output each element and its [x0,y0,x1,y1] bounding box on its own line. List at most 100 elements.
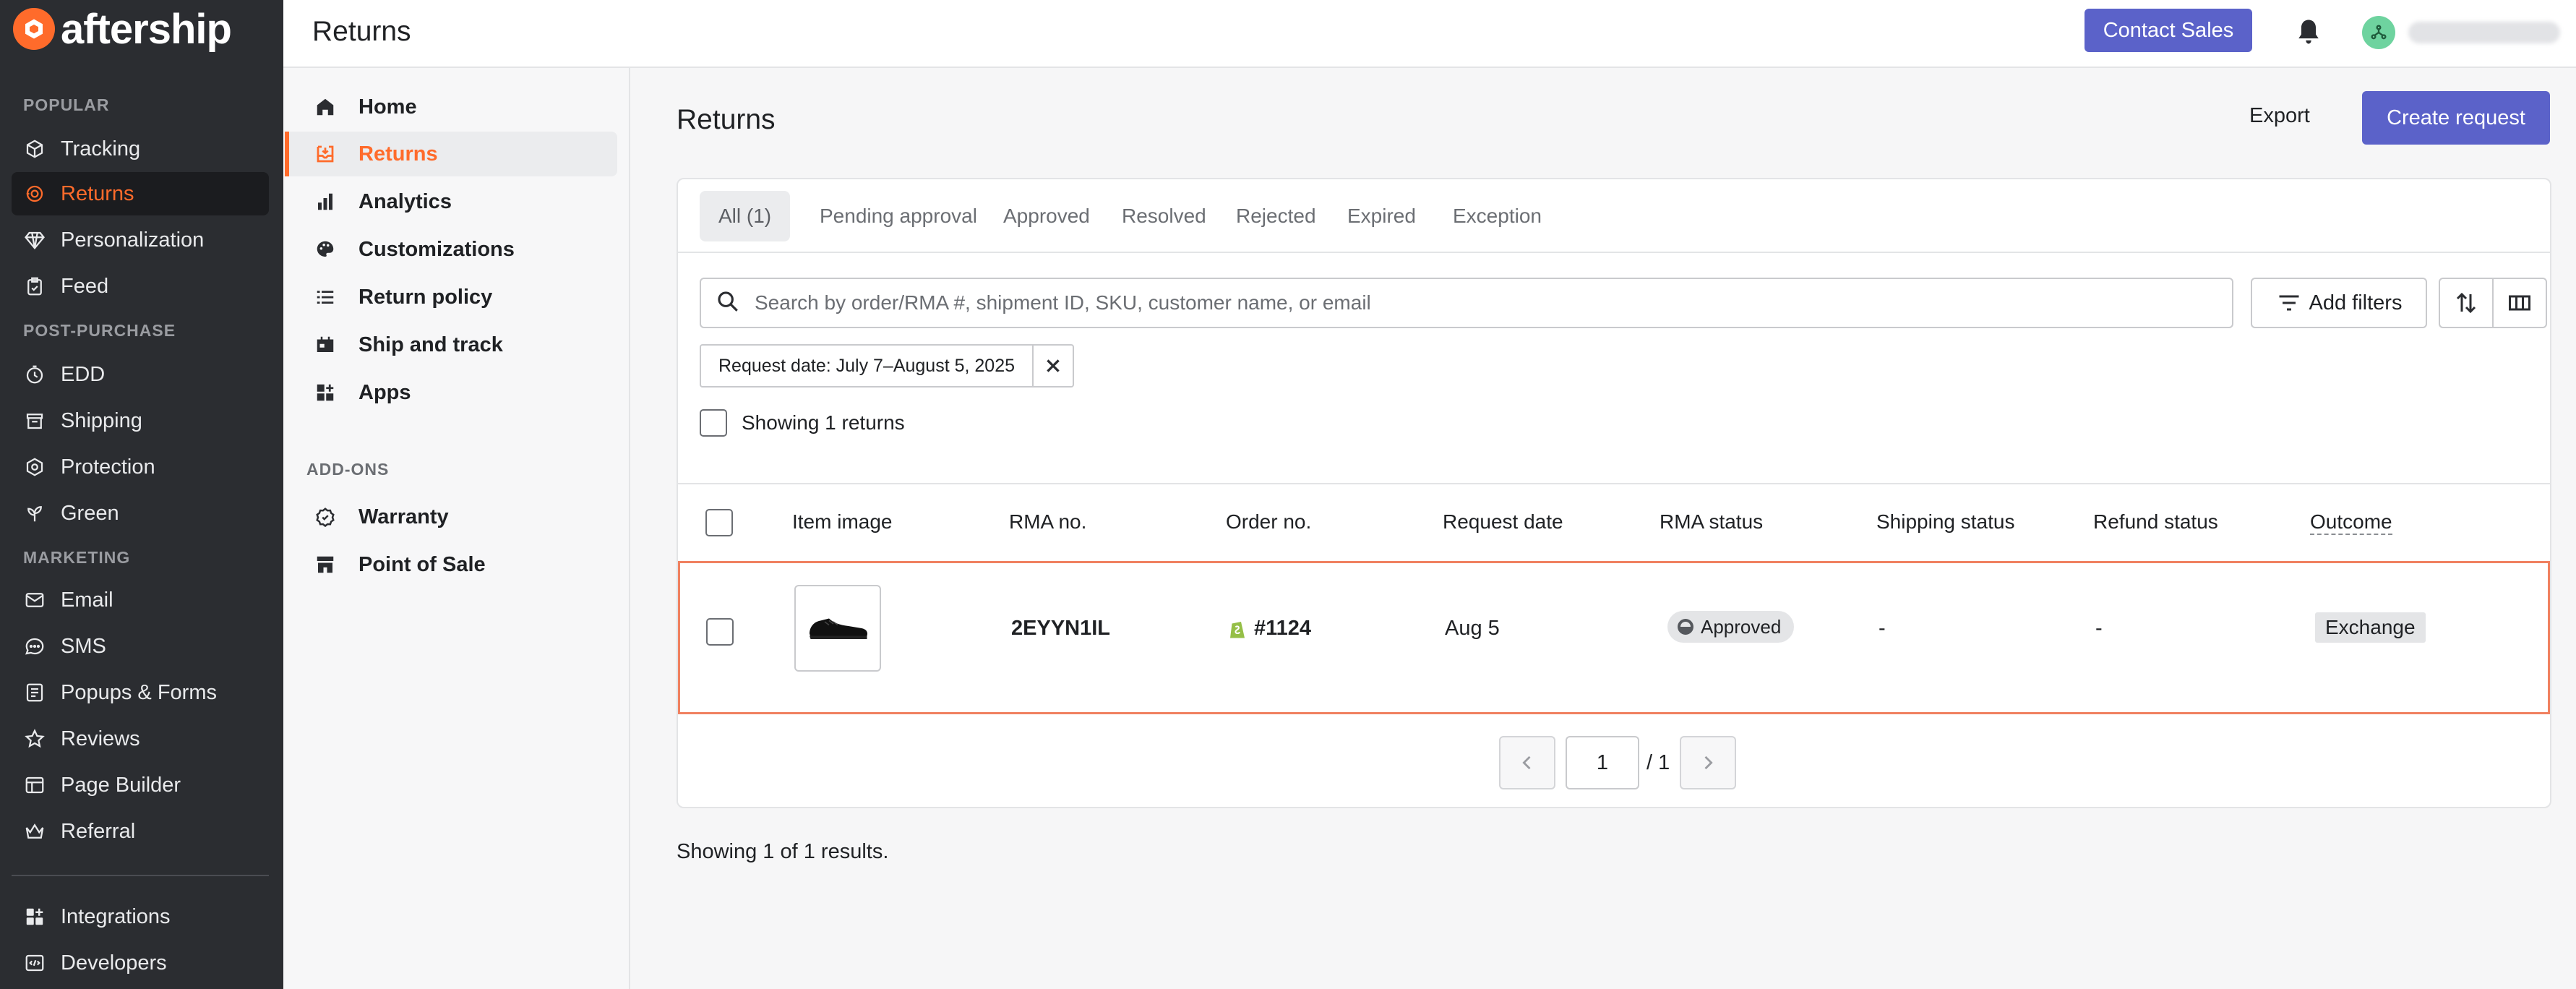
tab-resolved[interactable]: Resolved [1103,191,1225,241]
shield-icon [23,455,46,479]
sidebar-item-label: Email [61,588,113,612]
subnav-item-apps[interactable]: Apps [285,370,617,415]
calendar-icon [314,333,337,356]
column-rma-no: RMA no. [1009,510,1087,533]
crown-icon [23,820,46,843]
sidebar-item-label: Tracking [61,137,141,160]
mail-icon [23,588,46,612]
contact-sales-button[interactable]: Contact Sales [2085,9,2252,52]
search-input[interactable] [755,291,2128,314]
subnav-item-analytics[interactable]: Analytics [285,179,617,224]
sidebar-item-label: SMS [61,634,106,658]
returns-inbox-icon [314,142,337,166]
sidebar-item-email[interactable]: Email [12,578,269,622]
sprout-icon [23,502,46,525]
sidebar-item-returns[interactable]: Returns [12,172,269,215]
tab-all[interactable]: All (1) [700,191,791,241]
tab-exception[interactable]: Exception [1434,191,1560,241]
sort-button[interactable] [2439,278,2494,328]
returns-subnav: Home Returns Analytics Customizations Re… [283,68,630,989]
filter-icon [2279,295,2299,311]
page-total: / 1 [1647,750,1670,774]
sidebar-item-feed[interactable]: Feed [12,265,269,308]
subnav-item-home[interactable]: Home [285,85,617,129]
sidebar-item-label: Page Builder [61,773,181,797]
status-tabs: All (1) Pending approval Approved Resolv… [678,179,2550,253]
column-outcome[interactable]: Outcome [2310,510,2392,535]
sidebar-item-reviews[interactable]: Reviews [12,717,269,761]
sidebar-item-label: Personalization [61,228,205,252]
bell-icon[interactable] [2293,16,2324,48]
export-button[interactable]: Export [2249,104,2310,128]
avatar[interactable] [2362,16,2395,49]
returns-icon [23,182,46,205]
search-box[interactable] [700,278,2233,328]
section-popular: POPULAR [23,95,110,114]
add-filters-button[interactable]: Add filters [2251,278,2427,328]
star-icon [23,727,46,750]
sidebar-item-personalization[interactable]: Personalization [12,218,269,262]
subnav-item-point-of-sale[interactable]: Point of Sale [285,542,617,587]
sidebar-item-edd[interactable]: EDD [12,353,269,396]
table-row[interactable]: 2EYYN1IL #1124 Aug 5 Approved - - Exchan… [678,561,2550,714]
sidebar-item-shipping[interactable]: Shipping [12,399,269,442]
subnav-item-warranty[interactable]: Warranty [285,494,617,539]
item-thumbnail[interactable] [794,585,881,672]
outcome-badge: Exchange [2315,612,2426,643]
add-filters-label: Add filters [2309,291,2403,314]
page-number-input[interactable]: 1 [1566,736,1639,789]
columns-button[interactable] [2492,278,2547,328]
rma-status-text: Approved [1701,615,1782,638]
sidebar-item-popups-forms[interactable]: Popups & Forms [12,671,269,714]
diamond-icon [23,228,46,252]
tab-pending-approval[interactable]: Pending approval [801,191,996,241]
prev-page-button[interactable] [1499,736,1555,789]
chevron-right-icon [1704,755,1713,770]
sidebar-item-label: Shipping [61,408,142,432]
date-filter-chip[interactable]: Request date: July 7–August 5, 2025 [700,344,1075,388]
shopify-icon [1230,621,1245,638]
sidebar-item-tracking[interactable]: Tracking [12,127,269,171]
subnav-item-customizations[interactable]: Customizations [285,227,617,272]
select-all-row: Showing 1 returns [700,409,905,437]
apps-icon [314,381,337,404]
sidebar-item-integrations[interactable]: Integrations [12,895,269,938]
subnav-item-return-policy[interactable]: Return policy [285,275,617,320]
tab-expired[interactable]: Expired [1328,191,1435,241]
subnav-item-label: Returns [359,142,438,166]
rma-number[interactable]: 2EYYN1IL [1011,617,1110,641]
sidebar-item-protection[interactable]: Protection [12,445,269,489]
feed-icon [23,275,46,298]
sidebar-item-green[interactable]: Green [12,492,269,535]
sidebar-item-page-builder[interactable]: Page Builder [12,763,269,807]
next-page-button[interactable] [1680,736,1737,789]
subnav-item-label: Customizations [359,237,515,261]
sidebar-item-developers[interactable]: Developers [12,941,269,985]
subnav-item-ship-and-track[interactable]: Ship and track [285,322,617,367]
tab-approved[interactable]: Approved [984,191,1109,241]
section-post-purchase: POST-PURCHASE [23,321,176,340]
create-request-button[interactable]: Create request [2362,91,2550,145]
returns-card: All (1) Pending approval Approved Resolv… [677,178,2551,808]
code-icon [23,951,46,975]
main-content: Returns Export Create request All (1) Pe… [630,68,2576,989]
row-checkbox[interactable] [706,618,734,646]
list-icon [314,286,337,309]
sidebar-item-label: Reviews [61,727,140,750]
sidebar-item-sms[interactable]: SMS [12,625,269,668]
header-checkbox[interactable] [705,509,733,536]
aftership-logo[interactable]: aftership [13,6,232,53]
sidebar-item-referral[interactable]: Referral [12,810,269,853]
column-rma-status: RMA status [1660,510,1764,533]
sidebar-item-label: Protection [61,455,155,479]
tab-rejected[interactable]: Rejected [1217,191,1335,241]
sidebar-item-label: Feed [61,274,109,298]
subnav-item-label: Point of Sale [359,552,486,576]
user-name-redacted[interactable] [2408,22,2560,43]
select-all-checkbox[interactable] [700,409,727,437]
order-number[interactable]: #1124 [1228,617,1311,641]
columns-icon [2509,295,2530,311]
subnav-item-returns[interactable]: Returns [285,132,617,176]
tracking-icon [23,137,46,160]
close-icon[interactable] [1032,346,1073,386]
